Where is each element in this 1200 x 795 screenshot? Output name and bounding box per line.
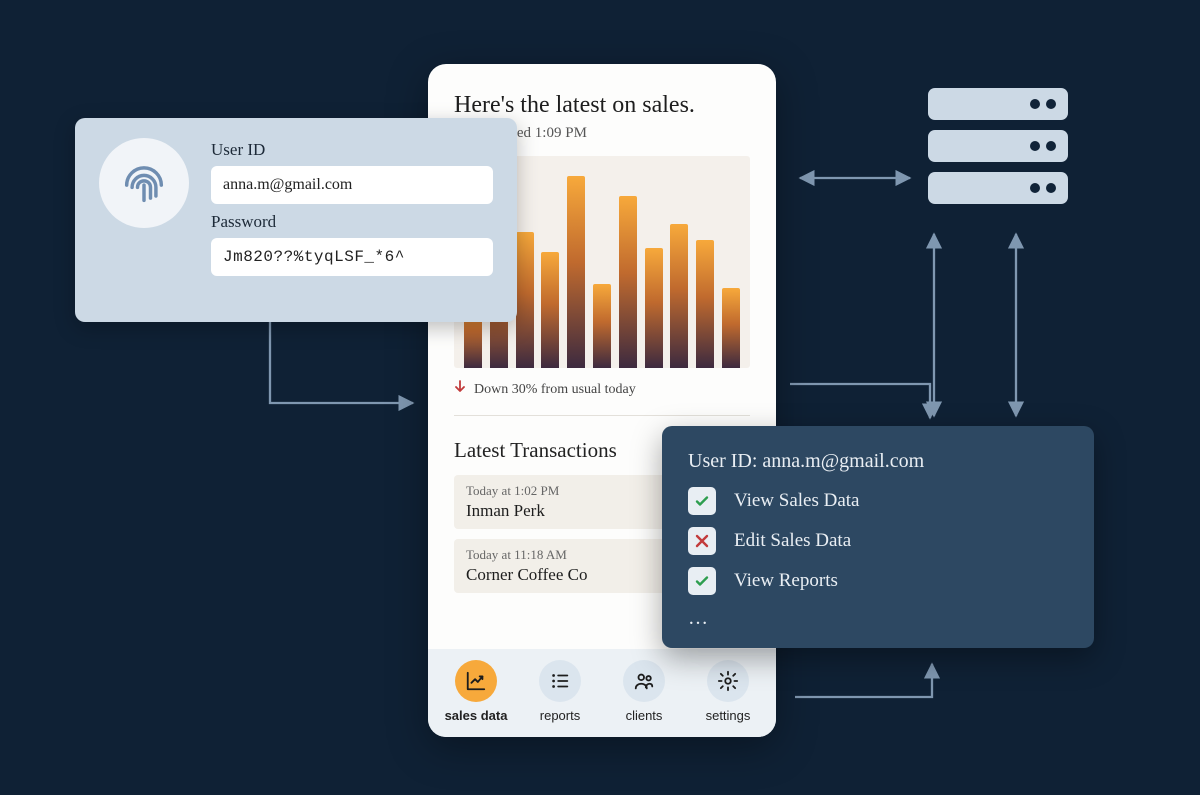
chart-bar [645,248,663,368]
fingerprint-icon [99,138,189,228]
permissions-card: User ID: anna.m@gmail.com View Sales Dat… [662,426,1094,648]
clients-icon [623,660,665,702]
settings-icon [707,660,749,702]
permission-row: View Sales Data [688,487,1068,515]
login-card: User ID Password [75,118,517,322]
chart-bar [670,224,688,368]
reports-icon [539,660,581,702]
permission-row: Edit Sales Data [688,527,1068,555]
chart-note: Down 30% from usual today [454,380,750,416]
permission-label: View Reports [734,570,838,592]
chart-bar [619,196,637,368]
tab-label: sales data [445,708,508,723]
tab-clients[interactable]: clients [609,660,679,723]
chart-bar [541,252,559,368]
tab-settings[interactable]: settings [693,660,763,723]
server-unit [928,172,1068,204]
password-input[interactable] [211,238,493,276]
tab-sales-data[interactable]: sales data [441,660,511,723]
check-icon [688,567,716,595]
server-stack [928,88,1068,204]
chart-bar [722,288,740,368]
server-unit [928,130,1068,162]
check-icon [688,487,716,515]
x-icon [688,527,716,555]
chart-bar [696,240,714,368]
user-id-input[interactable] [211,166,493,204]
chart-note-text: Down 30% from usual today [474,382,636,398]
permission-label: View Sales Data [734,490,860,512]
tab-label: settings [706,708,751,723]
chart-bar [593,284,611,368]
permission-row: View Reports [688,567,1068,595]
user-id-label: User ID [211,140,493,160]
password-label: Password [211,212,493,232]
server-unit [928,88,1068,120]
permission-label: Edit Sales Data [734,530,851,552]
permissions-more: … [688,607,1068,630]
chart-bar [567,176,585,368]
tab-reports[interactable]: reports [525,660,595,723]
tab-bar: sales data reports clients settings [428,649,776,737]
tab-label: clients [626,708,663,723]
chart-bar [516,232,534,368]
page-title: Here's the latest on sales. [454,92,750,119]
tab-label: reports [540,708,580,723]
down-arrow-icon [454,380,466,399]
sales-data-icon [455,660,497,702]
permissions-header: User ID: anna.m@gmail.com [688,450,1068,473]
